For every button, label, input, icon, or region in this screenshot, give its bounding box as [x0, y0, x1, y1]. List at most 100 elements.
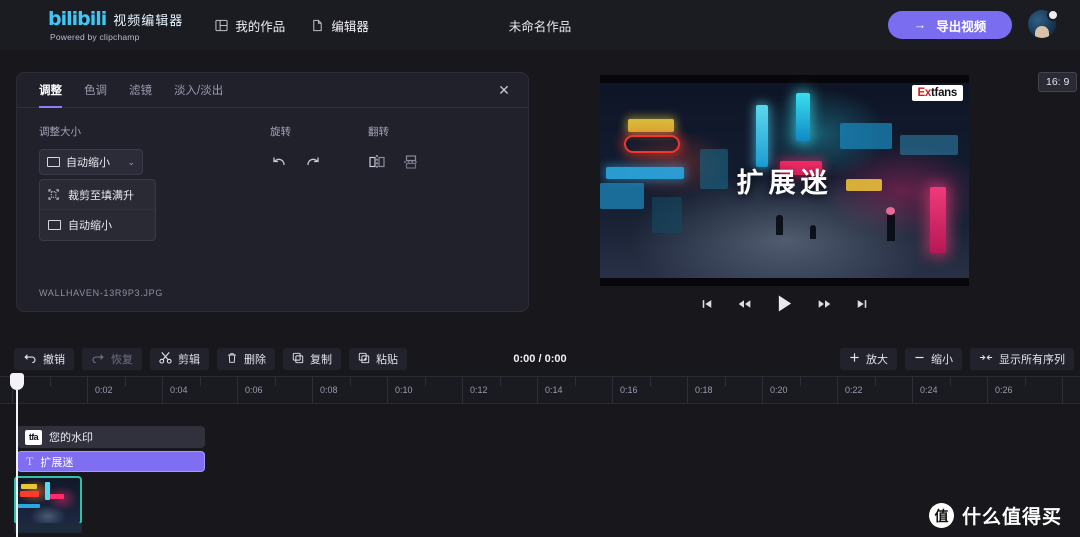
paste-icon	[358, 352, 370, 367]
ruler-tick-major	[312, 377, 313, 403]
letterbox-top	[600, 75, 969, 83]
skip-to-start-icon[interactable]	[701, 298, 713, 310]
crop-icon	[48, 189, 61, 200]
dropdown-option-auto-shrink[interactable]: 自动缩小	[40, 210, 155, 240]
ruler-tick-minor	[499, 377, 501, 386]
ruler-tick-major	[912, 377, 913, 403]
scissors-icon	[159, 351, 172, 367]
track-footer-strip	[14, 523, 82, 533]
zoom-in-label: 放大	[866, 354, 888, 366]
paste-label: 粘贴	[376, 354, 398, 366]
play-icon[interactable]	[776, 294, 793, 313]
watermark-clip[interactable]: tfa 您的水印	[17, 426, 205, 448]
zoom-out-button[interactable]: 缩小	[905, 348, 962, 370]
tab-filter[interactable]: 滤镜	[129, 73, 152, 108]
brand-name: 视频编辑器	[113, 13, 184, 28]
text-clip[interactable]: T 扩展迷	[17, 451, 205, 472]
nav-label-editor: 编辑器	[331, 19, 369, 34]
document-title[interactable]: 未命名作品	[509, 16, 572, 35]
tab-color[interactable]: 色调	[84, 73, 107, 108]
frame-icon	[47, 157, 60, 167]
ruler-time-label: 0:18	[695, 385, 713, 395]
rewind-icon[interactable]	[737, 298, 752, 310]
arrow-right-icon: →	[913, 18, 927, 32]
brand-subtitle: Powered by clipchamp	[50, 32, 140, 42]
dropdown-option-crop-to-fill[interactable]: 裁剪至填满升	[40, 180, 155, 210]
delete-label: 删除	[244, 354, 266, 366]
ruler-time-label: 0:22	[845, 385, 863, 395]
ruler-tick-minor	[424, 377, 426, 386]
fit-all-label: 显示所有序列	[999, 354, 1065, 366]
bilibili-logo-icon: bilibili	[48, 8, 107, 30]
ruler-tick-major	[1062, 377, 1063, 403]
delete-button[interactable]: 删除	[217, 348, 275, 370]
nav-item-editor[interactable]: 编辑器	[311, 16, 369, 35]
undo-button[interactable]: 撤销	[14, 348, 74, 370]
ruler-tick-major	[387, 377, 388, 403]
ruler-tick-major	[612, 377, 613, 403]
resize-mode-value: 自动缩小	[66, 157, 110, 169]
ruler-time-label: 0:16	[620, 385, 638, 395]
rotate-group: 旋转	[270, 124, 322, 171]
minus-icon	[914, 352, 925, 366]
avatar-group[interactable]	[1028, 9, 1059, 40]
thumb-detail	[45, 482, 50, 500]
flip-label: 翻转	[368, 126, 389, 138]
watermark-text: 什么值得买	[961, 507, 1062, 528]
flip-horizontal-icon[interactable]	[368, 153, 386, 171]
nav-item-my-works[interactable]: 我的作品	[215, 16, 285, 35]
rotate-right-icon[interactable]	[304, 153, 322, 171]
ruler-tick-minor	[349, 377, 351, 386]
close-icon[interactable]: ✕	[496, 83, 512, 99]
tab-fade[interactable]: 淡入/淡出	[174, 73, 223, 108]
ruler-tick-major	[762, 377, 763, 403]
ruler-tick-minor	[124, 377, 126, 386]
split-button[interactable]: 剪辑	[150, 348, 209, 370]
ruler-time-label: 0:04	[170, 385, 188, 395]
redo-button[interactable]: 恢复	[82, 348, 142, 370]
paste-button[interactable]: 粘贴	[349, 348, 407, 370]
playhead-knob[interactable]	[10, 373, 24, 390]
ruler-tick-major	[537, 377, 538, 403]
aspect-ratio-badge[interactable]: 16: 9	[1038, 72, 1078, 92]
tab-adjust[interactable]: 调整	[39, 73, 62, 108]
playback-controls	[600, 294, 969, 313]
ruler-time-label: 0:08	[320, 385, 338, 395]
extfans-watermark-accent: Ex	[917, 87, 932, 99]
playhead-line	[16, 390, 18, 537]
chevron-down-icon: ⌄	[127, 156, 135, 167]
video-canvas[interactable]: 扩展迷 Extfans	[600, 75, 969, 286]
overlay-title-text: 扩展迷	[736, 168, 833, 199]
resize-mode-select[interactable]: 自动缩小 ⌄	[39, 149, 143, 175]
nav-label-my-works: 我的作品	[235, 19, 286, 34]
dropdown-option-label: 裁剪至填满升	[68, 189, 134, 202]
ruler-time-label: 0:12	[470, 385, 488, 395]
frame-icon	[48, 220, 61, 230]
pedestrian-silhouette	[810, 225, 816, 239]
extfans-watermark-rest: tfans	[931, 87, 957, 99]
zoom-tools: 放大 缩小 显示所有序列	[832, 348, 1074, 370]
video-preview[interactable]: 扩展迷 Extfans	[600, 75, 969, 286]
site-watermark: 值 什么值得买	[928, 502, 1062, 529]
watermark-clip-label: 您的水印	[49, 432, 93, 444]
flip-vertical-icon[interactable]	[402, 153, 420, 171]
fit-all-button[interactable]: 显示所有序列	[970, 348, 1074, 370]
watermark-logo-icon: 值	[928, 503, 954, 528]
fast-forward-icon[interactable]	[817, 298, 832, 310]
neon-sign	[624, 135, 680, 153]
export-video-button[interactable]: → 导出视频	[888, 11, 1012, 39]
neon-sign	[652, 197, 682, 233]
rotate-left-icon[interactable]	[270, 153, 288, 171]
playhead[interactable]	[10, 373, 24, 537]
skip-to-end-icon[interactable]	[856, 298, 868, 310]
plus-icon	[849, 352, 860, 366]
ruler-time-label: 0:14	[545, 385, 563, 395]
zoom-in-button[interactable]: 放大	[840, 348, 897, 370]
timeline-ruler[interactable]: 0:02 0:04 0:06 0:08 0:10 0:12 0:14 0:16 0:18 0:20…	[0, 376, 1080, 404]
watermark-badge-icon: tfa	[25, 429, 42, 445]
source-filename: WALLHAVEN-13R9P3.JPG	[39, 288, 164, 298]
copy-button[interactable]: 复制	[283, 348, 341, 370]
image-clip[interactable]	[14, 476, 82, 525]
letterbox-bottom	[600, 278, 969, 286]
timecode-display: 0:00 / 0:00	[513, 353, 567, 365]
